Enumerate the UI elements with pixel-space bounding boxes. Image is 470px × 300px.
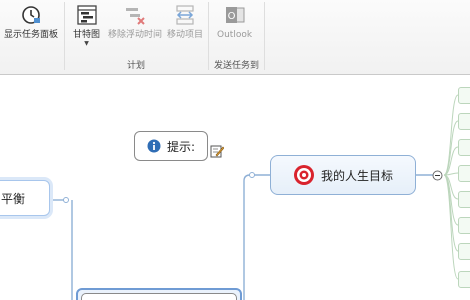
remove-slack-label: 移除浮动时间 (108, 30, 163, 40)
note-icon[interactable] (210, 144, 224, 158)
ribbon: 显示任务面板 甘特图 ▼ 移除浮动时间 移动项目 计划 O Outlook 发送… (0, 0, 470, 75)
subtopic[interactable] (458, 191, 470, 208)
balance-topic[interactable]: 平衡 (0, 180, 50, 216)
central-topic[interactable]: 我的人生目标 (270, 155, 416, 195)
tip-label: 提示: (167, 139, 196, 154)
move-item-label: 移动项目 (167, 30, 204, 40)
tip-topic[interactable]: 提示: (134, 131, 208, 161)
outlook-label: Outlook (217, 30, 253, 40)
info-icon (147, 139, 161, 153)
send-tasks-group-label: 发送任务到 (214, 61, 260, 71)
ribbon-separator (64, 2, 65, 70)
svg-text:O: O (227, 11, 235, 22)
subtopic[interactable] (458, 139, 470, 156)
gantt-chart-button[interactable]: 甘特图 ▼ (73, 4, 100, 47)
plan-group-label: 计划 (127, 61, 146, 71)
map-canvas[interactable]: 提示: 我的人生目标 平衡 (0, 75, 470, 300)
move-item-icon (176, 5, 194, 25)
ribbon-separator (208, 2, 209, 70)
subtopic[interactable] (458, 217, 470, 234)
show-task-pane-label: 显示任务面板 (4, 30, 59, 40)
mindmanager-window: 显示任务面板 甘特图 ▼ 移除浮动时间 移动项目 计划 O Outlook 发送… (0, 0, 470, 300)
collapse-toggle[interactable] (432, 170, 443, 181)
subtopic[interactable] (458, 271, 470, 288)
balance-topic-label: 平衡 (1, 191, 26, 206)
show-task-pane-button[interactable]: 显示任务面板 (4, 4, 58, 41)
clock-icon (22, 6, 40, 24)
subtopic[interactable] (458, 87, 470, 104)
gantt-chart-icon (76, 5, 97, 25)
outlook-button[interactable]: O Outlook (217, 4, 252, 41)
ribbon-separator (264, 2, 265, 70)
remove-slack-icon (126, 8, 145, 25)
central-topic-label: 我的人生目标 (321, 168, 394, 183)
selected-topic[interactable] (76, 288, 242, 300)
move-item-button[interactable]: 移动项目 (167, 4, 203, 41)
outlook-icon: O (225, 7, 245, 23)
target-icon (294, 165, 314, 185)
remove-slack-button[interactable]: 移除浮动时间 (108, 4, 162, 41)
subtopic[interactable] (458, 113, 470, 130)
chevron-down-icon: ▼ (84, 40, 89, 47)
subtopic[interactable] (458, 165, 470, 182)
selected-topic-inner (81, 293, 237, 300)
subtopic[interactable] (458, 243, 470, 260)
